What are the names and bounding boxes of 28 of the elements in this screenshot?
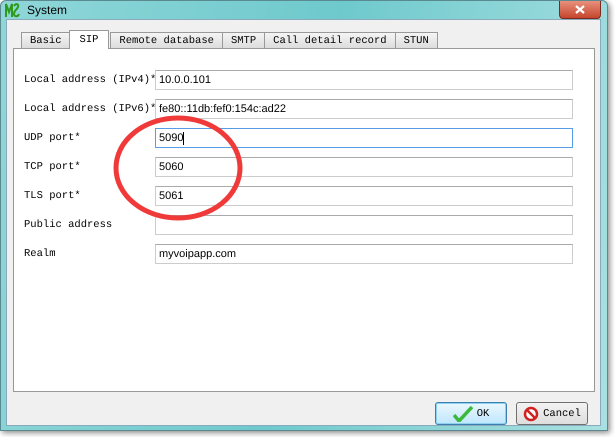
tab[interactable]: STUN bbox=[394, 32, 438, 48]
dialog-button[interactable]: Cancel bbox=[516, 402, 588, 425]
app-logo-icon bbox=[5, 2, 23, 18]
tab[interactable]: Remote database bbox=[110, 32, 223, 48]
field-label: Public address bbox=[24, 219, 114, 231]
input-field[interactable]: fe80::11db:fef0:154c:ad22 bbox=[155, 99, 573, 119]
checkmark-icon bbox=[452, 406, 473, 422]
field-label: Realm bbox=[24, 248, 57, 260]
field-label: UDP port* bbox=[24, 132, 82, 144]
input-field[interactable]: 5090 bbox=[155, 128, 573, 148]
field-label: Local address (IPv6)* bbox=[24, 103, 155, 115]
field-label: Local address (IPv4)* bbox=[24, 74, 155, 86]
field-label: TLS port* bbox=[24, 190, 82, 202]
input-field[interactable]: 10.0.0.101 bbox=[155, 70, 573, 90]
close-icon bbox=[575, 5, 585, 14]
tab[interactable]: SMTP bbox=[222, 32, 266, 48]
tab[interactable]: SIP bbox=[68, 30, 110, 49]
input-field[interactable]: 5060 bbox=[155, 157, 573, 177]
dialog-button[interactable]: OK bbox=[435, 402, 507, 425]
input-field[interactable] bbox=[155, 215, 573, 235]
input-field[interactable]: 5061 bbox=[155, 186, 573, 206]
tab[interactable]: Call detail record bbox=[264, 32, 396, 48]
tab[interactable]: Basic bbox=[21, 32, 71, 48]
close-button[interactable] bbox=[559, 1, 601, 19]
window-title: System bbox=[27, 3, 68, 17]
input-field[interactable]: myvoipapp.com bbox=[155, 244, 573, 264]
field-label: TCP port* bbox=[24, 161, 82, 173]
prohibited-icon bbox=[523, 406, 540, 422]
